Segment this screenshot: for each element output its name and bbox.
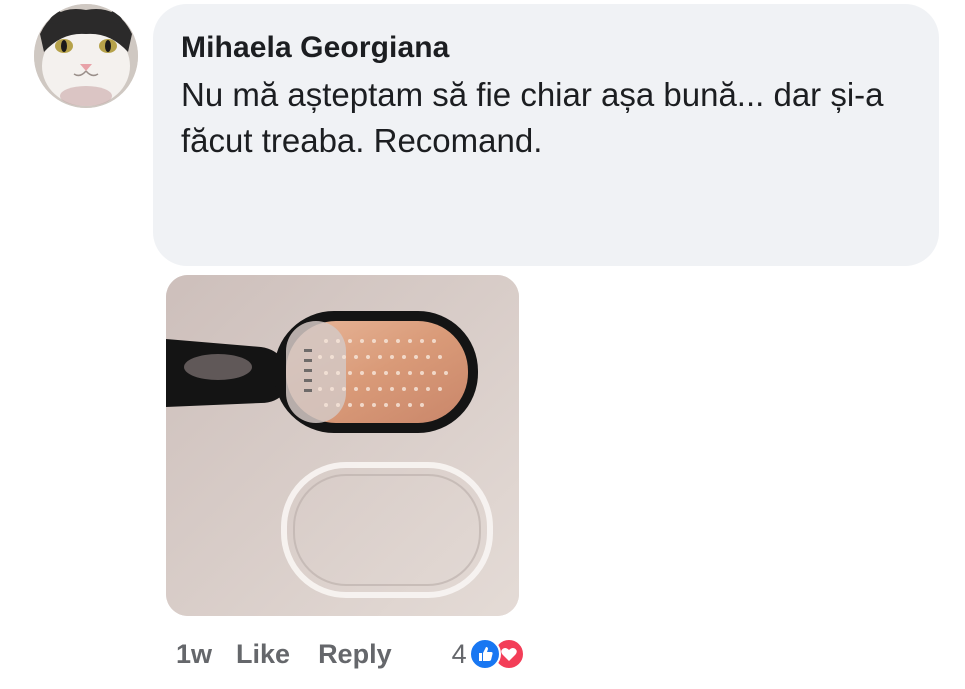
like-button[interactable]: Like xyxy=(236,639,290,670)
comment-bubble: Mihaela Georgiana Nu mă așteptam să fie … xyxy=(153,4,939,266)
foot-file-grater-photo-icon xyxy=(166,275,519,616)
cat-avatar-icon xyxy=(34,4,138,108)
author-name[interactable]: Mihaela Georgiana xyxy=(181,30,909,66)
comment-photo[interactable] xyxy=(166,275,519,616)
comment-text: Nu mă așteptam să fie chiar așa bună... … xyxy=(181,76,884,159)
reply-button[interactable]: Reply xyxy=(318,639,392,670)
avatar[interactable] xyxy=(34,4,138,108)
comment-thread: Mihaela Georgiana Nu mă așteptam să fie … xyxy=(0,0,965,689)
like-reaction-icon xyxy=(468,638,501,670)
reaction-summary[interactable] xyxy=(468,636,525,672)
timestamp[interactable]: 1w xyxy=(176,639,212,670)
comment-actions: 1w Like Reply 4 xyxy=(176,634,525,674)
reaction-count[interactable]: 4 xyxy=(452,639,467,670)
